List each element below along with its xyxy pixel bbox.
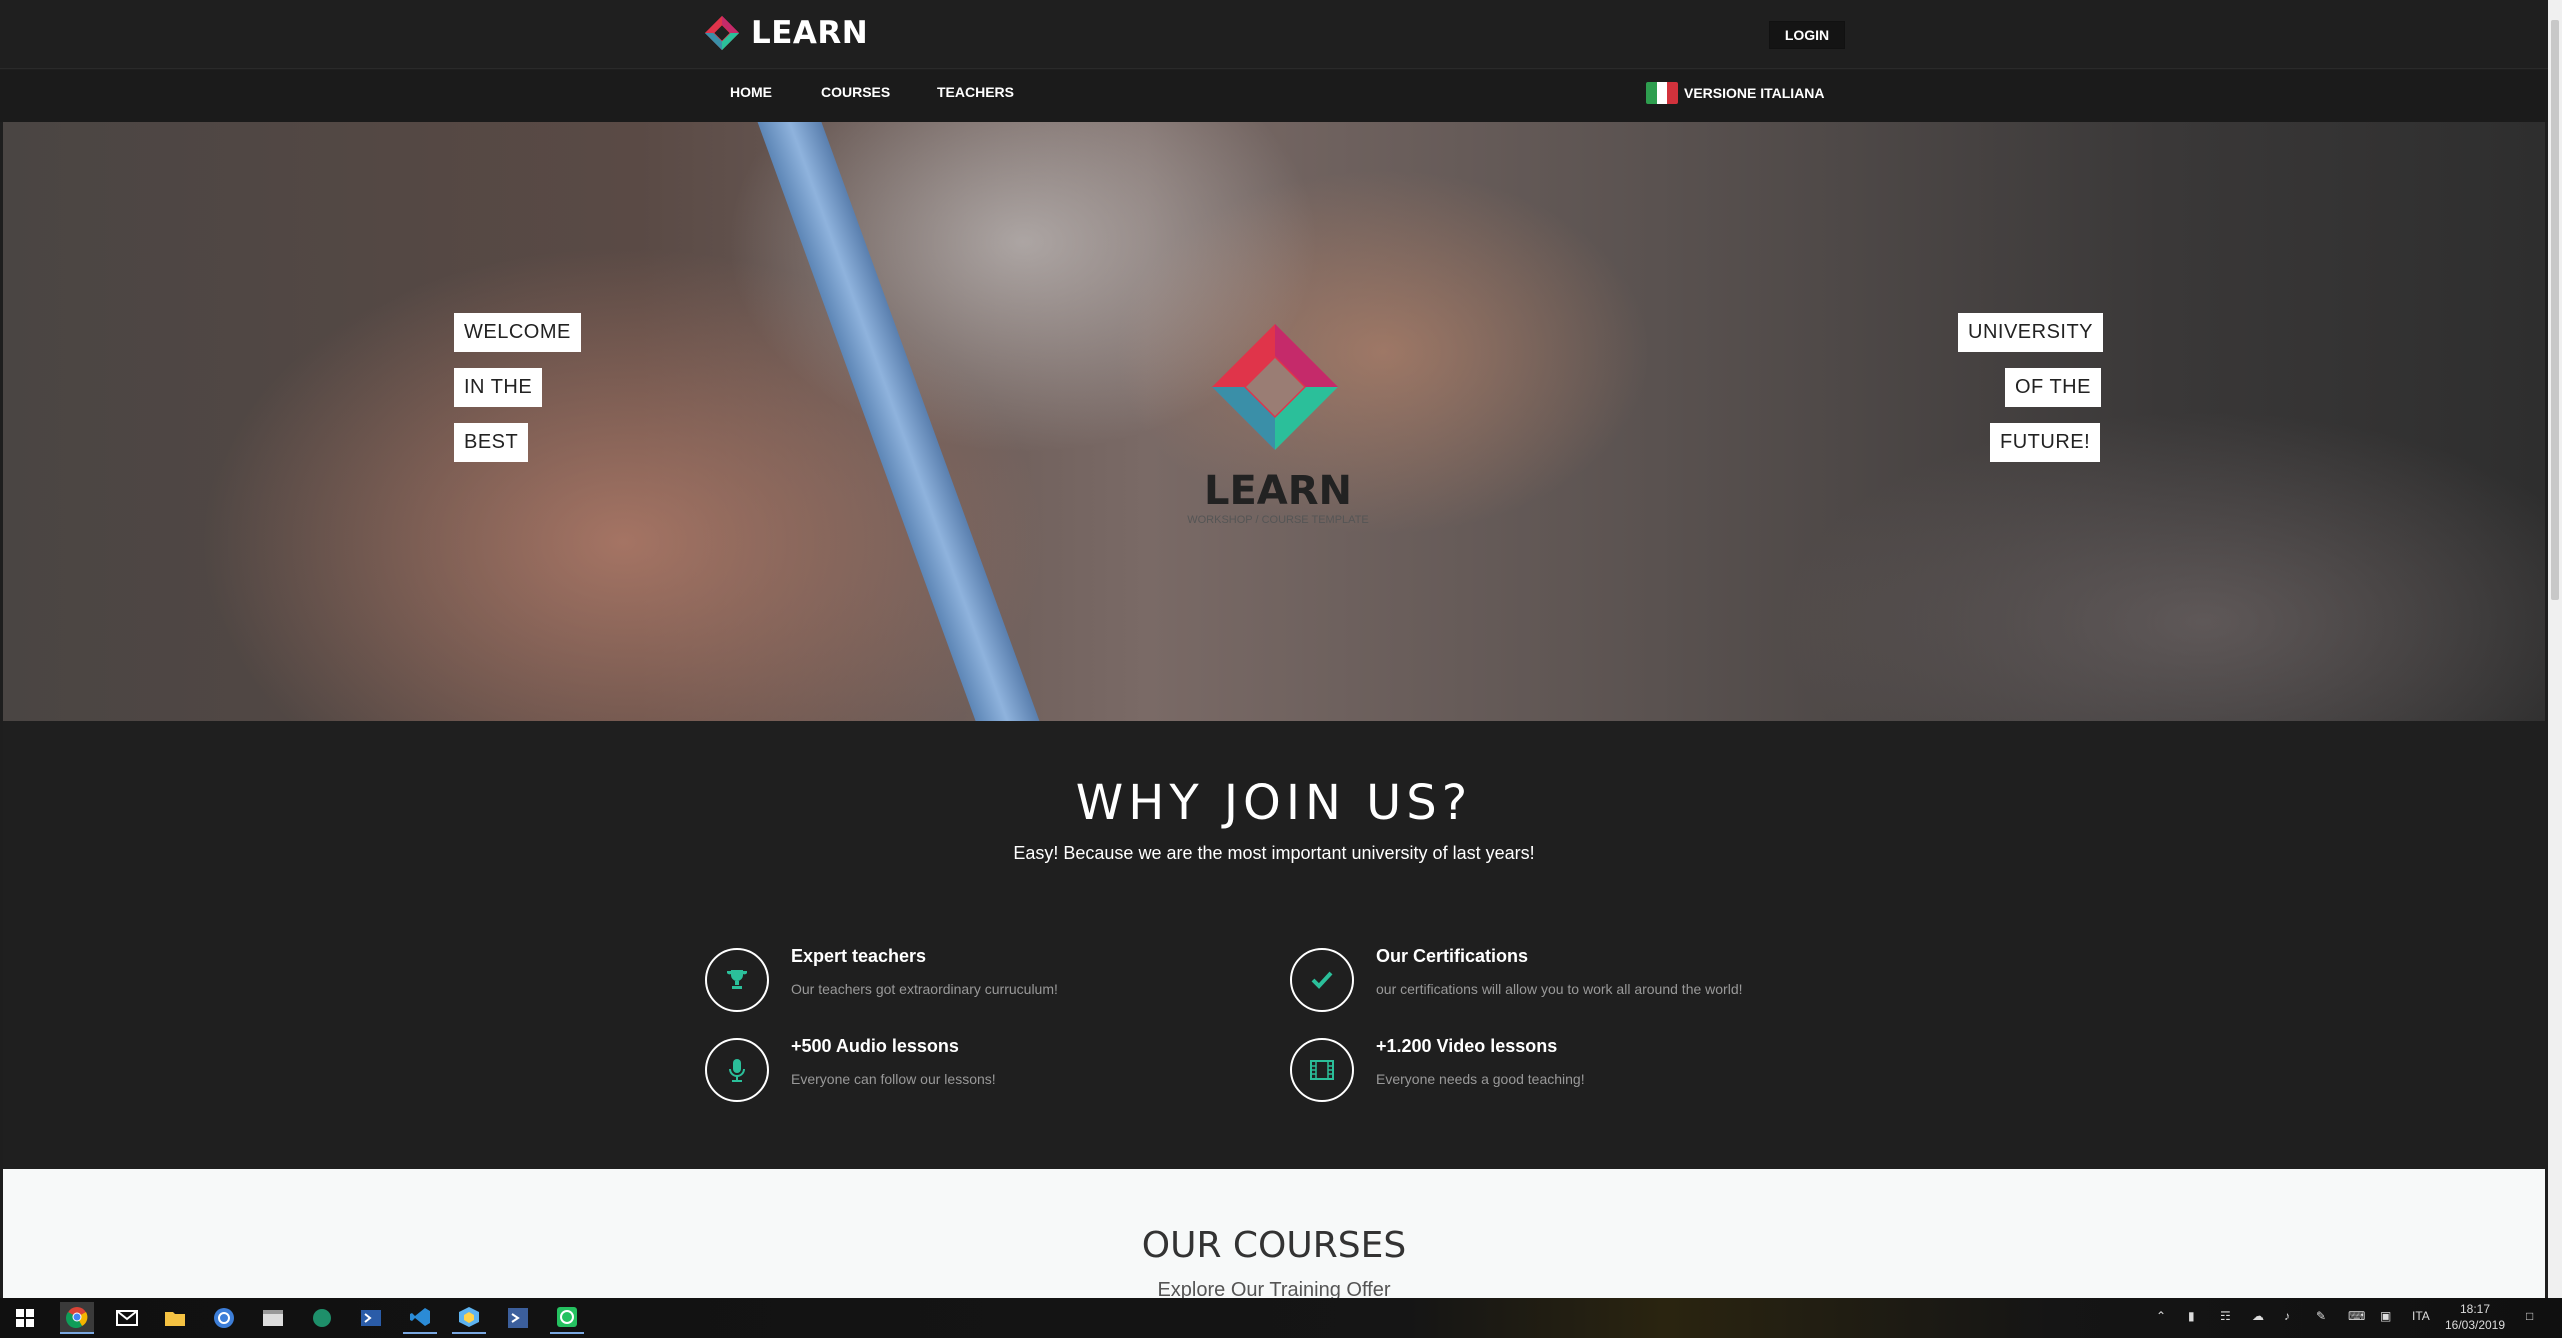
main-nav xyxy=(0,70,2548,122)
feature-video-lessons: +1.200 Video lessons Everyone needs a go… xyxy=(1290,1036,1585,1102)
feature-description: Everyone needs a good teaching! xyxy=(1376,1071,1585,1087)
tray-network-icon[interactable]: ☶ xyxy=(2220,1309,2231,1323)
feature-description: Everyone can follow our lessons! xyxy=(791,1071,996,1087)
feature-title: +500 Audio lessons xyxy=(791,1036,959,1056)
tray-cloud-icon[interactable]: ☁ xyxy=(2252,1309,2264,1323)
feature-expert-teachers: Expert teachers Our teachers got extraor… xyxy=(705,946,1058,1012)
tray-battery-icon[interactable]: ▮ xyxy=(2188,1309,2195,1323)
visual-studio-icon[interactable] xyxy=(501,1302,535,1334)
powershell-icon[interactable] xyxy=(354,1302,388,1334)
hero-word-best: BEST xyxy=(454,423,529,462)
why-join-section: WHY JOIN US? Easy! Because we are the mo… xyxy=(3,721,2545,1169)
nav-courses[interactable]: COURSES xyxy=(821,84,890,100)
clock-date: 16/03/2019 xyxy=(2444,1318,2506,1332)
pen-image xyxy=(743,122,1060,721)
hero-logo-subtitle: WORKSHOP / COURSE TEMPLATE xyxy=(1187,514,1369,526)
feature-title: Our Certifications xyxy=(1376,946,1529,966)
courses-section: OUR COURSES Explore Our Training Offer xyxy=(3,1169,2545,1298)
virtualbox-icon[interactable] xyxy=(452,1302,486,1334)
hero-logo-icon xyxy=(1212,324,1338,450)
learn-logo-icon xyxy=(704,15,740,51)
language-label: VERSIONE ITALIANA xyxy=(1684,85,1825,101)
language-switch[interactable]: VERSIONE ITALIANA xyxy=(1646,82,1825,104)
feature-title: +1.200 Video lessons xyxy=(1376,1036,1558,1056)
notification-icon[interactable]: □ xyxy=(2526,1309,2533,1323)
hero-word-welcome: WELCOME xyxy=(454,313,581,352)
trophy-icon xyxy=(705,948,769,1012)
clock-time: 18:17 xyxy=(2459,1302,2491,1316)
tray-language[interactable]: ITA xyxy=(2412,1309,2430,1323)
hero-word-of-the: OF THE xyxy=(2005,368,2101,407)
tray-chevron-up-icon[interactable]: ⌃ xyxy=(2156,1309,2166,1323)
courses-title: OUR COURSES xyxy=(1141,1225,1407,1266)
video-editor-icon[interactable] xyxy=(256,1302,290,1334)
microphone-icon xyxy=(705,1038,769,1102)
hero-word-future: FUTURE! xyxy=(1990,423,2101,462)
tray-volume-icon[interactable]: ♪ xyxy=(2284,1309,2290,1323)
nav-teachers[interactable]: TEACHERS xyxy=(937,84,1014,100)
nav-home[interactable]: HOME xyxy=(730,84,772,100)
app-browser-icon[interactable] xyxy=(207,1302,241,1334)
feature-description: our certifications will allow you to wor… xyxy=(1376,981,1743,997)
feature-title: Expert teachers xyxy=(791,946,927,966)
logo-text: LEARN xyxy=(751,15,869,51)
top-bar xyxy=(0,0,2548,69)
feature-description: Our teachers got extraordinary curruculu… xyxy=(791,981,1058,997)
hero-word-in-the: IN THE xyxy=(454,368,543,407)
chrome-icon[interactable] xyxy=(60,1302,94,1334)
scrollbar-thumb[interactable] xyxy=(2551,20,2559,600)
why-title: WHY JOIN US? xyxy=(1075,775,1473,831)
tray-keyboard-icon[interactable]: ⌨ xyxy=(2348,1309,2365,1323)
file-explorer-icon[interactable] xyxy=(158,1302,192,1334)
hero-logo-text: LEARN xyxy=(1203,468,1353,514)
whatsapp-icon[interactable] xyxy=(550,1302,584,1334)
feature-audio-lessons: +500 Audio lessons Everyone can follow o… xyxy=(705,1036,996,1102)
film-icon xyxy=(1290,1038,1354,1102)
tray-display-icon[interactable]: ▣ xyxy=(2380,1309,2391,1323)
app-green-icon[interactable] xyxy=(305,1302,339,1334)
check-icon xyxy=(1290,948,1354,1012)
taskbar-clock[interactable]: 18:17 16/03/2019 xyxy=(2432,1301,2518,1333)
italian-flag-icon xyxy=(1646,82,1678,104)
browser-page: LEARN LOGIN HOME COURSES TEACHERS VERSIO… xyxy=(0,0,2548,1298)
feature-certifications: Our Certifications our certifications wi… xyxy=(1290,946,1743,1012)
windows-start-icon[interactable] xyxy=(8,1302,42,1334)
courses-subtitle: Explore Our Training Offer xyxy=(1157,1279,1391,1298)
tray-pen-icon[interactable]: ✎ xyxy=(2316,1309,2326,1323)
why-subtitle: Easy! Because we are the most important … xyxy=(1013,843,1535,863)
site-logo[interactable]: LEARN xyxy=(703,14,868,52)
login-button[interactable]: LOGIN xyxy=(1769,21,1845,49)
mail-icon[interactable] xyxy=(110,1302,144,1334)
hero-word-university: UNIVERSITY xyxy=(1958,313,2104,352)
vscode-icon[interactable] xyxy=(403,1302,437,1334)
